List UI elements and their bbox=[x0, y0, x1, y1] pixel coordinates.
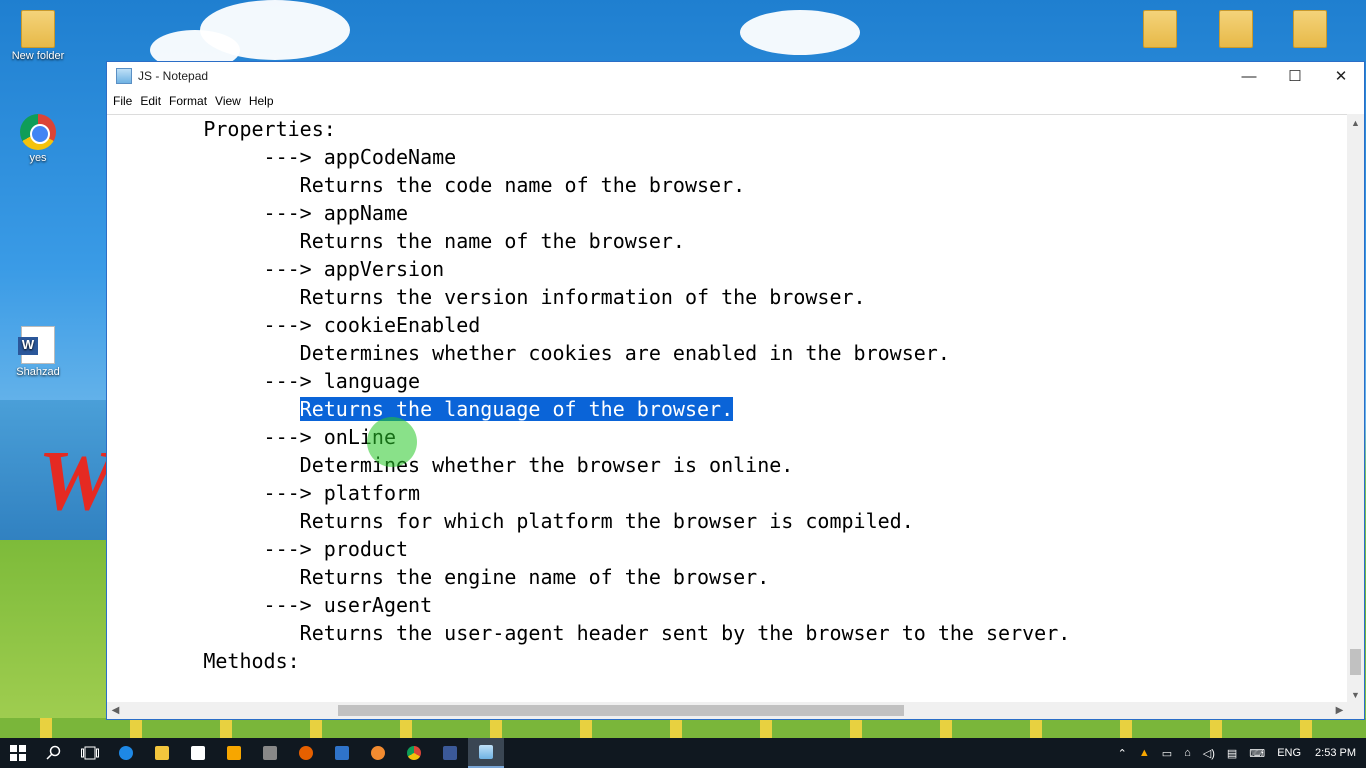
editor-line: Returns for which platform the browser i… bbox=[107, 509, 914, 533]
editor-line: ---> appVersion bbox=[107, 257, 445, 281]
app-icon[interactable] bbox=[324, 738, 360, 768]
horizontal-scroll-thumb[interactable] bbox=[338, 705, 904, 716]
desktop-icon-yes[interactable]: yes bbox=[0, 114, 76, 164]
scroll-right-arrow-icon[interactable]: ▶ bbox=[1331, 702, 1348, 719]
editor-line: ---> userAgent bbox=[107, 593, 433, 617]
film-icon[interactable] bbox=[252, 738, 288, 768]
notepad-icon bbox=[116, 68, 132, 84]
mouse-cursor-highlight bbox=[367, 417, 417, 467]
battery-icon[interactable]: ▭ bbox=[1156, 747, 1178, 760]
editor-line: Determines whether cookies are enabled i… bbox=[107, 341, 950, 365]
editor-line: ---> platform bbox=[107, 481, 421, 505]
keyboard-icon[interactable]: ⌨ bbox=[1243, 747, 1271, 760]
desktop-icon-new-folder[interactable]: New folder bbox=[0, 10, 76, 62]
text-editor[interactable]: Properties: ---> appCodeName Returns the… bbox=[107, 114, 1348, 704]
vertical-scroll-thumb[interactable] bbox=[1350, 649, 1361, 675]
menu-help[interactable]: Help bbox=[249, 94, 282, 108]
desktop-icon-folder[interactable] bbox=[1198, 10, 1274, 50]
menu-file[interactable]: File bbox=[113, 94, 140, 108]
cloud bbox=[740, 10, 860, 55]
menu-view[interactable]: View bbox=[215, 94, 249, 108]
windows-start-icon[interactable] bbox=[0, 738, 36, 768]
wallpaper-red-w: W bbox=[38, 432, 115, 528]
desktop-icon-label: yes bbox=[29, 152, 47, 164]
vertical-scrollbar[interactable]: ▲ ▼ bbox=[1347, 114, 1364, 703]
search-icon[interactable] bbox=[36, 738, 72, 768]
show-hidden-icons-icon[interactable]: ⌃ bbox=[1112, 747, 1133, 760]
taskbar: ⌃ ▲ ▭ ⌂ ◁) ▤ ⌨ ENG 2:53 PM bbox=[0, 738, 1366, 768]
maximize-button[interactable]: ☐ bbox=[1272, 62, 1318, 90]
scroll-up-arrow-icon[interactable]: ▲ bbox=[1347, 114, 1364, 131]
store-icon[interactable] bbox=[180, 738, 216, 768]
editor-line: Properties: bbox=[107, 117, 336, 141]
desktop-icon-label: New folder bbox=[11, 50, 65, 62]
close-button[interactable]: ✕ bbox=[1318, 62, 1364, 90]
volume-icon[interactable]: ◁) bbox=[1197, 747, 1221, 760]
firefox-icon[interactable] bbox=[288, 738, 324, 768]
system-tray: ⌃ ▲ ▭ ⌂ ◁) ▤ ⌨ ENG 2:53 PM bbox=[1112, 738, 1366, 768]
editor-line: Returns the name of the browser. bbox=[107, 229, 685, 253]
horizontal-scrollbar[interactable]: ◀ ▶ bbox=[107, 702, 1348, 719]
scrollbar-corner bbox=[1347, 702, 1364, 719]
editor-line: ---> onLine bbox=[107, 425, 396, 449]
editor-line: Returns the version information of the b… bbox=[107, 285, 866, 309]
editor-indent bbox=[107, 397, 300, 421]
editor-line: ---> cookieEnabled bbox=[107, 313, 481, 337]
edge-icon[interactable] bbox=[108, 738, 144, 768]
desktop-grass bbox=[0, 540, 110, 740]
editor-line: ---> appName bbox=[107, 201, 409, 225]
chrome-icon[interactable] bbox=[396, 738, 432, 768]
editor-line: Returns the engine name of the browser. bbox=[107, 565, 770, 589]
desktop-flowers bbox=[0, 718, 1366, 740]
editor-line: Returns the user-agent header sent by th… bbox=[107, 621, 1071, 645]
scroll-left-arrow-icon[interactable]: ◀ bbox=[107, 702, 124, 719]
editor-line: ---> appCodeName bbox=[107, 145, 457, 169]
notepad-window: JS - Notepad — ☐ ✕ File Edit Format View… bbox=[106, 61, 1365, 720]
editor-line: Methods: bbox=[107, 649, 300, 673]
file-explorer-icon[interactable] bbox=[144, 738, 180, 768]
folder-icon bbox=[1293, 10, 1327, 48]
task-view-icon[interactable] bbox=[72, 738, 108, 768]
folder-icon bbox=[1143, 10, 1177, 48]
word-doc-icon bbox=[18, 326, 55, 364]
menu-format[interactable]: Format bbox=[169, 94, 215, 108]
vlc-icon[interactable]: ▲ bbox=[1133, 747, 1156, 759]
clock[interactable]: 2:53 PM bbox=[1307, 747, 1366, 759]
folder-icon bbox=[21, 10, 55, 48]
editor-line: ---> product bbox=[107, 537, 409, 561]
menu-edit[interactable]: Edit bbox=[140, 94, 169, 108]
notepad-icon[interactable] bbox=[468, 738, 504, 768]
editor-line: Determines whether the browser is online… bbox=[107, 453, 794, 477]
minimize-button[interactable]: — bbox=[1226, 62, 1272, 90]
chrome-icon bbox=[20, 114, 56, 150]
facebook-icon[interactable] bbox=[432, 738, 468, 768]
window-controls: — ☐ ✕ bbox=[1226, 62, 1364, 90]
desktop-icon-folder[interactable] bbox=[1272, 10, 1348, 50]
window-title: JS - Notepad bbox=[138, 69, 209, 83]
notification-icon[interactable]: ▤ bbox=[1221, 747, 1243, 760]
editor-line-selected: Returns the language of the browser. bbox=[107, 395, 734, 423]
editor-line: Returns the code name of the browser. bbox=[107, 173, 746, 197]
menu-bar: File Edit Format View Help bbox=[107, 90, 1364, 112]
desktop-icon-label: Shahzad bbox=[16, 366, 60, 378]
desktop-icon-shahzad[interactable]: Shahzad bbox=[0, 326, 76, 378]
selected-text: Returns the language of the browser. bbox=[299, 397, 734, 421]
desktop-icon-folder[interactable] bbox=[1122, 10, 1198, 50]
paint-icon[interactable] bbox=[360, 738, 396, 768]
language-indicator[interactable]: ENG bbox=[1271, 747, 1307, 759]
network-icon[interactable]: ⌂ bbox=[1178, 747, 1197, 759]
title-bar[interactable]: JS - Notepad — ☐ ✕ bbox=[107, 62, 1364, 90]
media-player-icon[interactable] bbox=[216, 738, 252, 768]
folder-icon bbox=[1219, 10, 1253, 48]
scroll-down-arrow-icon[interactable]: ▼ bbox=[1347, 686, 1364, 703]
editor-line: ---> language bbox=[107, 369, 421, 393]
